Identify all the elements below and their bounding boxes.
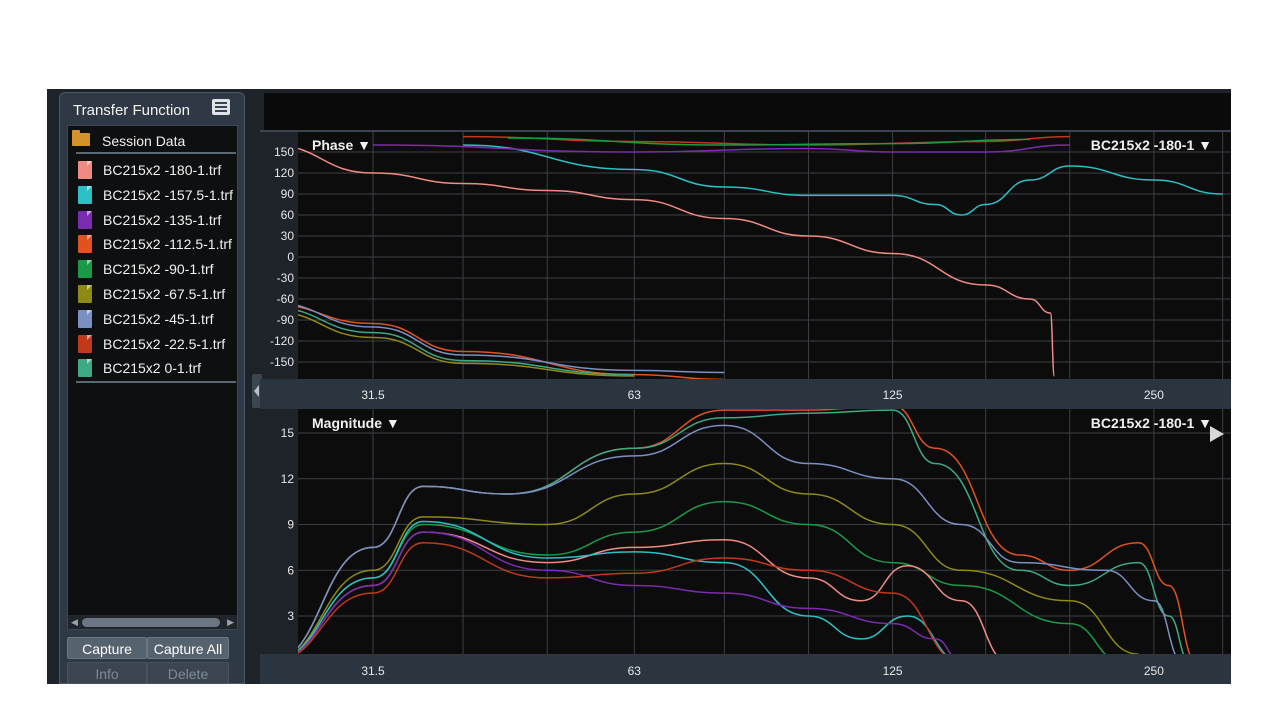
divider: [76, 152, 236, 154]
y-tick-label: -60: [277, 292, 295, 306]
y-tick-label: 60: [281, 208, 295, 222]
capture-all-button[interactable]: Capture All: [147, 637, 229, 659]
file-list-item[interactable]: BC215x2 -22.5-1.trf: [68, 332, 237, 356]
delete-button[interactable]: Delete: [147, 662, 229, 684]
charts-svg: 1501209060300-30-60-90-120-150 31.5 63 125…: [260, 130, 1231, 684]
x-tick-label: 31.5: [361, 664, 385, 678]
horizontal-scrollbar[interactable]: ◀ ▶: [68, 615, 237, 629]
file-label: BC215x2 -135-1.trf: [103, 211, 222, 228]
sidebar-title: Transfer Function: [73, 102, 190, 119]
info-button[interactable]: Info: [67, 662, 147, 684]
file-label: BC215x2 -45-1.trf: [103, 310, 214, 327]
scroll-right-icon[interactable]: ▶: [227, 617, 234, 628]
file-list-item[interactable]: BC215x2 -67.5-1.trf: [68, 282, 237, 306]
y-tick-label: 15: [281, 426, 295, 440]
x-tick-label: 125: [883, 388, 903, 402]
phase-x-axis-band: [260, 379, 1231, 409]
file-icon: [78, 359, 92, 378]
file-icon: [78, 334, 92, 353]
folder-icon: [72, 130, 90, 146]
transfer-function-app: Transfer Function Session Data BC215x2 -…: [47, 89, 1231, 684]
y-tick-label: -150: [270, 355, 294, 369]
y-tick-label: 150: [274, 145, 294, 159]
phase-trace-selector[interactable]: BC215x2 -180-1 ▼: [1091, 137, 1212, 153]
file-icon: [78, 185, 92, 204]
sidebar: Transfer Function Session Data BC215x2 -…: [59, 92, 245, 684]
folder-label: Session Data: [102, 133, 186, 149]
toolbar-area: [264, 93, 1231, 130]
file-label: BC215x2 -112.5-1.trf: [103, 236, 232, 253]
y-tick-label: -30: [277, 271, 295, 285]
magnitude-panel-label[interactable]: Magnitude ▼: [312, 415, 400, 431]
x-tick-label: 125: [883, 664, 903, 678]
x-tick-label: 250: [1144, 664, 1164, 678]
file-icon: [78, 235, 92, 254]
divider: [76, 381, 236, 383]
file-list-item[interactable]: BC215x2 -180-1.trf: [68, 158, 237, 182]
file-icon: [78, 309, 92, 328]
file-icon: [78, 161, 92, 179]
file-list-item[interactable]: BC215x2 0-1.trf: [68, 356, 237, 380]
file-icon: [78, 210, 92, 229]
y-tick-label: 12: [281, 472, 295, 486]
file-label: BC215x2 -157.5-1.trf: [103, 186, 233, 203]
y-tick-label: -90: [277, 313, 295, 327]
file-list-panel: Session Data BC215x2 -180-1.trf BC215x2 -…: [67, 125, 238, 630]
y-tick-label: 120: [274, 166, 294, 180]
magnitude-plot-area: [298, 409, 1231, 654]
y-tick-label: 6: [287, 563, 294, 577]
y-tick-label: -120: [270, 334, 294, 348]
magnitude-x-axis-band: [260, 654, 1231, 684]
x-tick-label: 63: [628, 388, 642, 402]
file-list-item[interactable]: BC215x2 -112.5-1.trf: [68, 232, 237, 256]
y-tick-label: 0: [287, 250, 294, 264]
scroll-left-icon[interactable]: ◀: [71, 617, 78, 628]
y-tick-label: 30: [281, 229, 295, 243]
y-tick-label: 9: [287, 518, 294, 532]
x-tick-label: 250: [1144, 388, 1164, 402]
magnitude-trace-selector[interactable]: BC215x2 -180-1 ▼: [1091, 415, 1212, 431]
file-label: BC215x2 0-1.trf: [103, 360, 202, 377]
x-tick-label: 31.5: [361, 388, 385, 402]
phase-plot-area: [298, 132, 1231, 379]
hamburger-menu-icon[interactable]: [212, 99, 230, 115]
folder-session-data[interactable]: Session Data: [68, 128, 237, 150]
y-tick-label: 3: [287, 609, 294, 623]
file-label: BC215x2 -22.5-1.trf: [103, 335, 226, 352]
file-list-item[interactable]: BC215x2 -45-1.trf: [68, 307, 237, 331]
capture-button[interactable]: Capture: [67, 637, 147, 659]
x-tick-label: 63: [628, 664, 642, 678]
y-tick-label: 90: [281, 187, 295, 201]
sidebar-header: Transfer Function: [60, 93, 244, 123]
file-icon: [78, 260, 92, 279]
charts-area: 150 120 90 60 30 0 -30 -60 -90 -120 -150 31.5 63 125…: [260, 130, 1231, 684]
phase-panel-label[interactable]: Phase ▼: [312, 137, 371, 153]
file-icon: [78, 285, 92, 303]
scrollbar-thumb[interactable]: [82, 618, 220, 627]
file-list-item[interactable]: BC215x2 -157.5-1.trf: [68, 183, 237, 207]
file-label: BC215x2 -180-1.trf: [103, 162, 222, 178]
file-label: BC215x2 -90-1.trf: [103, 261, 214, 278]
file-list-item[interactable]: BC215x2 -90-1.trf: [68, 257, 237, 281]
file-list-item[interactable]: BC215x2 -135-1.trf: [68, 208, 237, 232]
file-label: BC215x2 -67.5-1.trf: [103, 286, 226, 302]
